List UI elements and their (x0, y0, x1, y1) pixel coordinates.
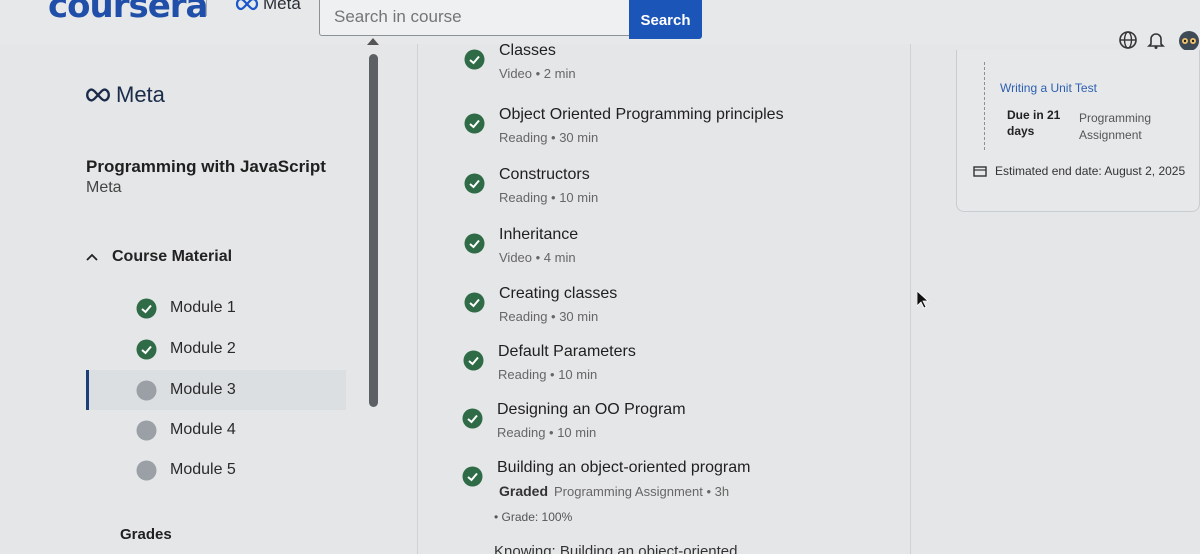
upcoming-deadline-card (956, 50, 1200, 212)
item-title[interactable]: Constructors (499, 166, 590, 184)
course-sidebar: Meta Programming with JavaScript Meta Co… (0, 38, 418, 554)
partial-next-item[interactable]: Knowing: Building an object-oriented (494, 543, 738, 554)
sidebar-item-grades[interactable]: Grades (120, 526, 172, 543)
check-circle-icon (464, 292, 485, 313)
module-label: Module 5 (170, 461, 236, 478)
grade-result: • Grade: 100% (494, 510, 573, 524)
check-circle-icon (136, 298, 157, 318)
item-title[interactable]: Creating classes (499, 285, 617, 303)
partner-name: Meta (263, 0, 301, 13)
sidebar-item-module-2[interactable]: Module 2 (86, 331, 346, 367)
item-meta: Video • 4 min (499, 250, 576, 265)
check-circle-icon (464, 49, 485, 70)
check-circle-icon (462, 408, 483, 429)
graded-badge: Graded (499, 483, 549, 499)
check-circle-icon (463, 350, 484, 371)
item-title[interactable]: Object Oriented Programming principles (499, 106, 784, 124)
estimated-end-date: Estimated end date: August 2, 2025 (973, 164, 1185, 178)
mouse-cursor-icon (917, 291, 929, 309)
item-meta: Reading • 10 min (497, 425, 597, 440)
deadline-type: Programming Assignment (1079, 111, 1152, 142)
avatar[interactable] (1178, 30, 1200, 52)
item-meta: Reading • 30 min (499, 309, 599, 324)
end-date-text: Estimated end date: August 2, 2025 (995, 164, 1186, 178)
status-circle-icon (136, 420, 157, 440)
calendar-icon (973, 166, 987, 177)
check-circle-icon (464, 113, 485, 134)
section-label: Course Material (112, 248, 233, 265)
search-button[interactable]: Search (629, 0, 702, 39)
logo-divider (206, 0, 207, 16)
sidebar-item-module-1[interactable]: Module 1 (86, 290, 346, 326)
deadline-item-link[interactable]: Writing a Unit Test (1000, 81, 1097, 95)
sidebar-scrollbar-thumb[interactable] (369, 54, 378, 407)
item-meta: Graded Programming Assignment • 3h (499, 483, 729, 499)
globe-icon[interactable] (1118, 30, 1138, 50)
meta-infinity-icon (86, 88, 110, 102)
item-title[interactable]: Default Parameters (498, 343, 636, 361)
item-meta: Reading • 30 min (499, 130, 599, 145)
sidebar-item-module-4[interactable]: Module 4 (86, 412, 346, 448)
module-label: Module 2 (170, 340, 236, 357)
item-meta-text: Programming Assignment • 3h (554, 484, 730, 499)
course-material-toggle[interactable]: Course Material (86, 248, 232, 266)
item-meta: Video • 2 min (499, 66, 576, 81)
sidebar-item-module-3[interactable]: Module 3 (86, 370, 346, 410)
item-title[interactable]: Inheritance (499, 226, 578, 244)
module-label: Module 1 (170, 299, 236, 316)
top-bar: coursera Meta Search (0, 0, 1200, 51)
check-circle-icon (462, 466, 483, 487)
course-title[interactable]: Programming with JavaScript (86, 157, 326, 177)
item-title[interactable]: Classes (499, 42, 556, 60)
check-circle-icon (136, 339, 157, 359)
meta-infinity-icon (235, 0, 259, 11)
sidebar-partner-name: Meta (116, 82, 165, 107)
check-circle-icon (464, 233, 485, 254)
module-label: Module 3 (170, 381, 236, 398)
course-partner: Meta (86, 179, 122, 196)
chevron-up-icon (86, 253, 98, 261)
status-circle-icon (136, 380, 157, 400)
bell-icon[interactable] (1146, 30, 1166, 50)
partner-logo: Meta (234, 0, 301, 14)
item-title[interactable]: Designing an OO Program (497, 401, 686, 419)
item-title[interactable]: Building an object-oriented program (497, 459, 750, 477)
panel-divider (910, 44, 911, 554)
search-input[interactable] (319, 0, 631, 36)
module-label: Module 4 (170, 421, 236, 438)
timeline-line (984, 62, 985, 150)
sidebar-partner-logo: Meta (84, 82, 165, 108)
coursera-logo[interactable]: coursera (48, 0, 208, 26)
check-circle-icon (464, 173, 485, 194)
sidebar-item-module-5[interactable]: Module 5 (86, 452, 346, 488)
item-meta: Reading • 10 min (498, 367, 598, 382)
item-meta: Reading • 10 min (499, 190, 599, 205)
deadline-due: Due in 21 days (1007, 108, 1061, 138)
status-circle-icon (136, 460, 157, 480)
scroll-up-arrow[interactable] (367, 38, 379, 45)
